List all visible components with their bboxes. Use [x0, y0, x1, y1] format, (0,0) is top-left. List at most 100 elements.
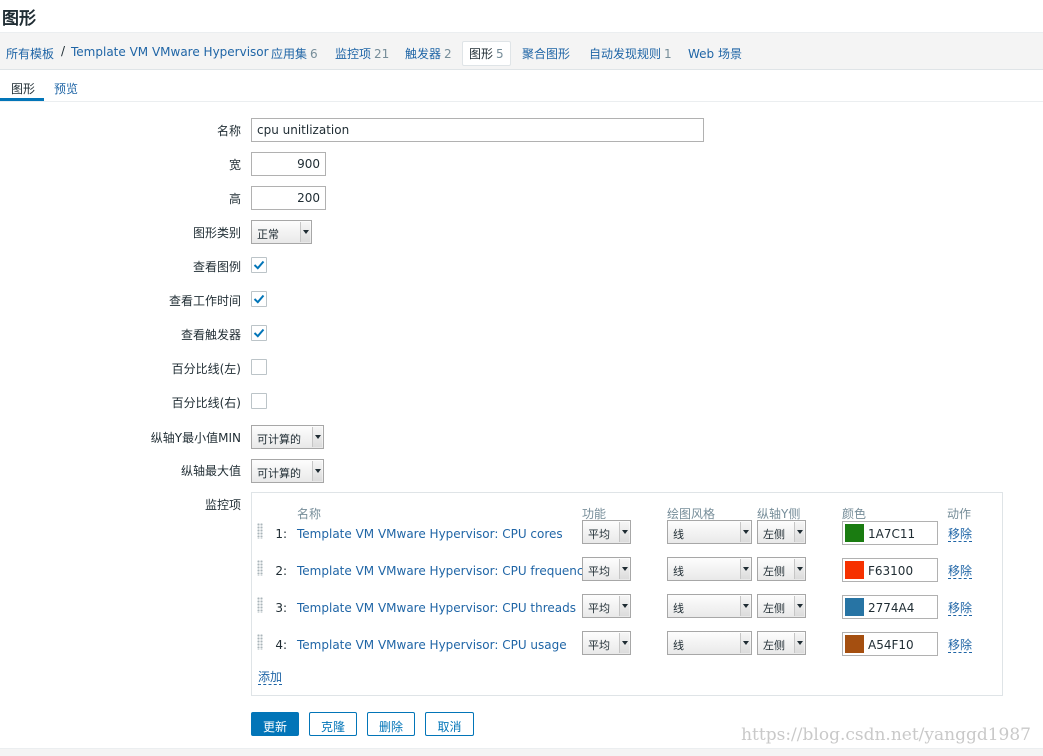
y-min-select[interactable]: 可计算的 — [251, 425, 324, 449]
chevron-down-icon — [300, 222, 310, 242]
drag-handle-icon[interactable] — [257, 597, 263, 613]
chevron-down-icon — [619, 633, 629, 653]
show-work-period-label: 查看工作时间 — [168, 294, 241, 308]
nav-items[interactable]: 监控项 21 — [335, 45, 389, 62]
clone-button[interactable]: 克隆 — [309, 712, 357, 736]
remove-item-link[interactable]: 移除 — [948, 564, 973, 579]
show-legend-label: 查看图例 — [192, 260, 241, 274]
draw-style-select[interactable]: 线 — [667, 594, 752, 618]
y-axis-side-select[interactable]: 左侧 — [757, 557, 806, 581]
chevron-down-icon — [794, 522, 804, 542]
color-swatch[interactable] — [845, 561, 864, 579]
show-legend-checkbox[interactable] — [251, 257, 267, 273]
y-axis-side-select[interactable]: 左侧 — [757, 594, 806, 618]
remove-item-link[interactable]: 移除 — [948, 638, 973, 653]
cancel-button[interactable]: 取消 — [425, 712, 474, 736]
graph-type-value: 正常 — [257, 228, 279, 241]
width-input[interactable]: 900 — [251, 152, 326, 176]
checkmark-icon — [253, 294, 265, 304]
item-link[interactable]: Template VM VMware Hypervisor: CPU frequ… — [297, 564, 591, 578]
y-axis-side-value: 左侧 — [763, 528, 785, 541]
form-tabs: 图形 预览 — [0, 72, 1043, 102]
y-axis-side-select[interactable]: 左侧 — [757, 631, 806, 655]
add-item-link[interactable]: 添加 — [258, 670, 283, 685]
chevron-down-icon — [794, 559, 804, 579]
items-label: 监控项 — [204, 498, 241, 512]
nav-applications-label: 应用集 — [271, 47, 308, 61]
color-picker[interactable]: F63100 — [842, 558, 938, 582]
draw-style-value: 线 — [673, 528, 684, 541]
nav-graphs[interactable]: 图形 5 — [462, 41, 511, 66]
function-select[interactable]: 平均 — [582, 631, 631, 655]
delete-button[interactable]: 删除 — [367, 712, 415, 736]
color-swatch[interactable] — [845, 635, 864, 653]
nav-applications[interactable]: 应用集 6 — [271, 45, 318, 62]
y-min-label: 纵轴Y最小值MIN — [150, 431, 241, 445]
percentile-left-checkbox[interactable] — [251, 359, 267, 375]
nav-triggers-label: 触发器 — [405, 47, 442, 61]
nav-graphs-count: 5 — [496, 47, 504, 61]
breadcrumb-template[interactable]: Template VM VMware Hypervisor — [71, 45, 269, 59]
show-triggers-label: 查看触发器 — [180, 328, 241, 342]
percentile-right-label: 百分比线(右) — [171, 396, 241, 410]
col-header-name: 名称 — [297, 507, 322, 521]
name-input[interactable]: cpu unitlization — [251, 118, 704, 142]
color-value: F63100 — [868, 564, 914, 578]
drag-handle-icon[interactable] — [257, 634, 263, 650]
item-link[interactable]: Template VM VMware Hypervisor: CPU usage — [297, 638, 567, 652]
row-number: 3: — [275, 601, 287, 615]
graph-type-select[interactable]: 正常 — [251, 220, 312, 244]
draw-style-select[interactable]: 线 — [667, 557, 752, 581]
function-select[interactable]: 平均 — [582, 520, 631, 544]
color-picker[interactable]: 1A7C11 — [842, 521, 938, 545]
show-triggers-checkbox[interactable] — [251, 325, 267, 341]
drag-handle-icon[interactable] — [257, 523, 263, 539]
page-title: 图形 — [2, 9, 36, 29]
item-link[interactable]: Template VM VMware Hypervisor: CPU cores — [297, 527, 563, 541]
tab-graph[interactable]: 图形 — [11, 80, 35, 97]
function-value: 平均 — [588, 602, 610, 615]
draw-style-select[interactable]: 线 — [667, 520, 752, 544]
function-value: 平均 — [588, 528, 610, 541]
y-max-value: 可计算的 — [257, 467, 301, 480]
function-select[interactable]: 平均 — [582, 557, 631, 581]
nav-web[interactable]: Web 场景 — [688, 45, 742, 62]
show-work-period-checkbox[interactable] — [251, 291, 267, 307]
color-swatch[interactable] — [845, 598, 864, 616]
function-select[interactable]: 平均 — [582, 594, 631, 618]
height-input[interactable]: 200 — [251, 186, 326, 210]
draw-style-value: 线 — [673, 565, 684, 578]
remove-item-link[interactable]: 移除 — [948, 527, 973, 542]
color-value: 1A7C11 — [868, 527, 916, 541]
y-axis-side-value: 左侧 — [763, 639, 785, 652]
nav-items-label: 监控项 — [335, 47, 372, 61]
chevron-down-icon — [740, 596, 750, 616]
update-button[interactable]: 更新 — [251, 712, 299, 736]
color-picker[interactable]: 2774A4 — [842, 595, 938, 619]
nav-triggers[interactable]: 触发器 2 — [405, 45, 452, 62]
color-value: 2774A4 — [868, 601, 915, 615]
checkmark-icon — [253, 260, 265, 270]
nav-discovery[interactable]: 自动发现规则 1 — [589, 45, 672, 62]
item-link[interactable]: Template VM VMware Hypervisor: CPU threa… — [297, 601, 576, 615]
y-axis-side-select[interactable]: 左侧 — [757, 520, 806, 544]
nav-screens[interactable]: 聚合图形 — [522, 45, 570, 62]
height-label: 高 — [228, 192, 241, 206]
percentile-right-checkbox[interactable] — [251, 393, 267, 409]
chevron-down-icon — [312, 461, 322, 481]
draw-style-value: 线 — [673, 602, 684, 615]
remove-item-link[interactable]: 移除 — [948, 601, 973, 616]
breadcrumb-all-templates[interactable]: 所有模板 — [6, 45, 54, 62]
chevron-down-icon — [740, 633, 750, 653]
color-swatch[interactable] — [845, 524, 864, 542]
graph-type-label: 图形类别 — [192, 226, 241, 240]
chevron-down-icon — [619, 559, 629, 579]
color-picker[interactable]: A54F10 — [842, 632, 938, 656]
tab-preview[interactable]: 预览 — [54, 80, 78, 97]
draw-style-select[interactable]: 线 — [667, 631, 752, 655]
chevron-down-icon — [794, 633, 804, 653]
col-header-color: 颜色 — [842, 507, 867, 521]
row-number: 2: — [275, 564, 287, 578]
drag-handle-icon[interactable] — [257, 560, 263, 576]
y-max-select[interactable]: 可计算的 — [251, 459, 324, 483]
